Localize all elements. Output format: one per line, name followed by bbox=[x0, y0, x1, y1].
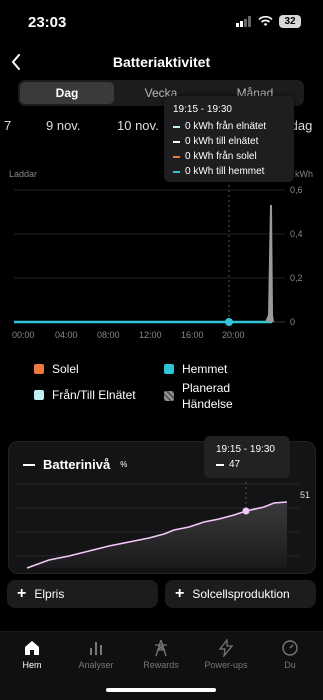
tab-label: Hem bbox=[22, 660, 42, 670]
add-solar-button[interactable]: + Solcellsproduktion bbox=[165, 580, 316, 608]
tab-label: Du bbox=[284, 660, 296, 670]
segment-day[interactable]: Dag bbox=[20, 82, 114, 104]
legend-swatch bbox=[164, 364, 174, 374]
date-item[interactable]: 9 nov. bbox=[46, 118, 80, 133]
tower-icon bbox=[155, 639, 167, 657]
tab-label: Rewards bbox=[143, 660, 179, 670]
signal-icon bbox=[236, 16, 251, 27]
x-tick: 08:00 bbox=[97, 330, 120, 340]
plus-icon: + bbox=[175, 585, 185, 602]
add-solar-label: Solcellsproduktion bbox=[192, 587, 290, 601]
energy-chart[interactable]: Laddar kWh 0,6 0,4 0,2 0 00:00 04:00 08:… bbox=[0, 165, 323, 345]
status-time: 23:03 bbox=[28, 14, 67, 31]
x-tick: 00:00 bbox=[12, 330, 35, 340]
y-tick: 0,6 bbox=[290, 185, 303, 195]
bar-chart-icon bbox=[90, 642, 102, 655]
tab-powerups[interactable]: Power-ups bbox=[194, 639, 258, 670]
tooltip-text: 0 kWh från solel bbox=[185, 151, 257, 162]
home-icon bbox=[25, 641, 39, 655]
legend-home: Hemmet bbox=[164, 362, 227, 376]
y-tick: 0,2 bbox=[290, 273, 303, 283]
legend-label: Solel bbox=[52, 362, 79, 376]
legend-swatch bbox=[34, 390, 44, 400]
tooltip-row: 0 kWh till hemmet bbox=[173, 166, 285, 177]
legend-planned: Planerad Händelse bbox=[164, 380, 252, 412]
x-tick: 16:00 bbox=[181, 330, 204, 340]
battery-level-card[interactable]: Batterinivå% 51 19:15 - 19:30 47 bbox=[8, 436, 316, 574]
battery-tooltip-value: 47 bbox=[229, 459, 241, 470]
legend-label: Planerad Händelse bbox=[182, 381, 233, 411]
tooltip-swatch bbox=[216, 463, 224, 466]
legend-solar: Solel bbox=[34, 362, 79, 376]
bolt-icon bbox=[218, 639, 234, 657]
tab-home[interactable]: Hem bbox=[0, 639, 64, 670]
tab-rewards[interactable]: Rewards bbox=[129, 639, 193, 670]
x-tick: 20:00 bbox=[222, 330, 245, 340]
y-tick: 0,4 bbox=[290, 229, 303, 239]
tooltip-row: 0 kWh från elnätet bbox=[173, 121, 285, 132]
date-item[interactable]: 7 bbox=[4, 118, 11, 133]
chart-tooltip: 19:15 - 19:30 0 kWh från elnätet 0 kWh t… bbox=[164, 96, 294, 182]
battery-value-label: 51 bbox=[300, 490, 311, 500]
tab-label: Analyser bbox=[78, 660, 114, 670]
y-tick: 0 bbox=[290, 317, 296, 327]
add-price-label: Elpris bbox=[34, 587, 65, 601]
tab-you[interactable]: Du bbox=[258, 639, 322, 670]
add-price-button[interactable]: + Elpris bbox=[7, 580, 158, 608]
tooltip-swatch bbox=[173, 140, 180, 143]
legend-grid: Från/Till Elnätet bbox=[34, 388, 136, 402]
date-item[interactable]: 10 nov. bbox=[117, 118, 159, 133]
legend-label: Från/Till Elnätet bbox=[52, 388, 136, 402]
tab-label: Power-ups bbox=[204, 660, 248, 670]
x-tick: 12:00 bbox=[139, 330, 162, 340]
energy-chart-svg bbox=[14, 185, 285, 326]
x-tick: 04:00 bbox=[55, 330, 78, 340]
tooltip-text: 0 kWh från elnätet bbox=[185, 121, 267, 132]
tooltip-row: 0 kWh till elnätet bbox=[173, 136, 285, 147]
page-title: Batteriaktivitet bbox=[112, 54, 211, 70]
status-icons: 32 bbox=[236, 15, 301, 28]
battery-level: 32 bbox=[279, 15, 301, 28]
plus-icon: + bbox=[17, 585, 27, 602]
tooltip-row: 0 kWh från solel bbox=[173, 151, 285, 162]
tooltip-swatch bbox=[173, 125, 180, 128]
battery-tooltip-time: 19:15 - 19:30 bbox=[216, 444, 275, 455]
tab-analytics[interactable]: Analyser bbox=[64, 639, 128, 670]
battery-tooltip-row: 47 bbox=[216, 459, 278, 470]
wifi-icon bbox=[258, 16, 273, 26]
battery-tooltip: 19:15 - 19:30 47 bbox=[204, 436, 290, 478]
legend-swatch bbox=[34, 364, 44, 374]
tooltip-swatch bbox=[173, 155, 180, 158]
gauge-icon bbox=[282, 640, 298, 656]
tooltip-text: 0 kWh till elnätet bbox=[185, 136, 259, 147]
legend-swatch bbox=[164, 391, 174, 401]
legend-label: Hemmet bbox=[182, 362, 228, 376]
home-indicator bbox=[106, 688, 216, 692]
tooltip-text: 0 kWh till hemmet bbox=[185, 166, 265, 177]
tooltip-swatch bbox=[173, 170, 180, 173]
tooltip-time: 19:15 - 19:30 bbox=[173, 104, 232, 115]
